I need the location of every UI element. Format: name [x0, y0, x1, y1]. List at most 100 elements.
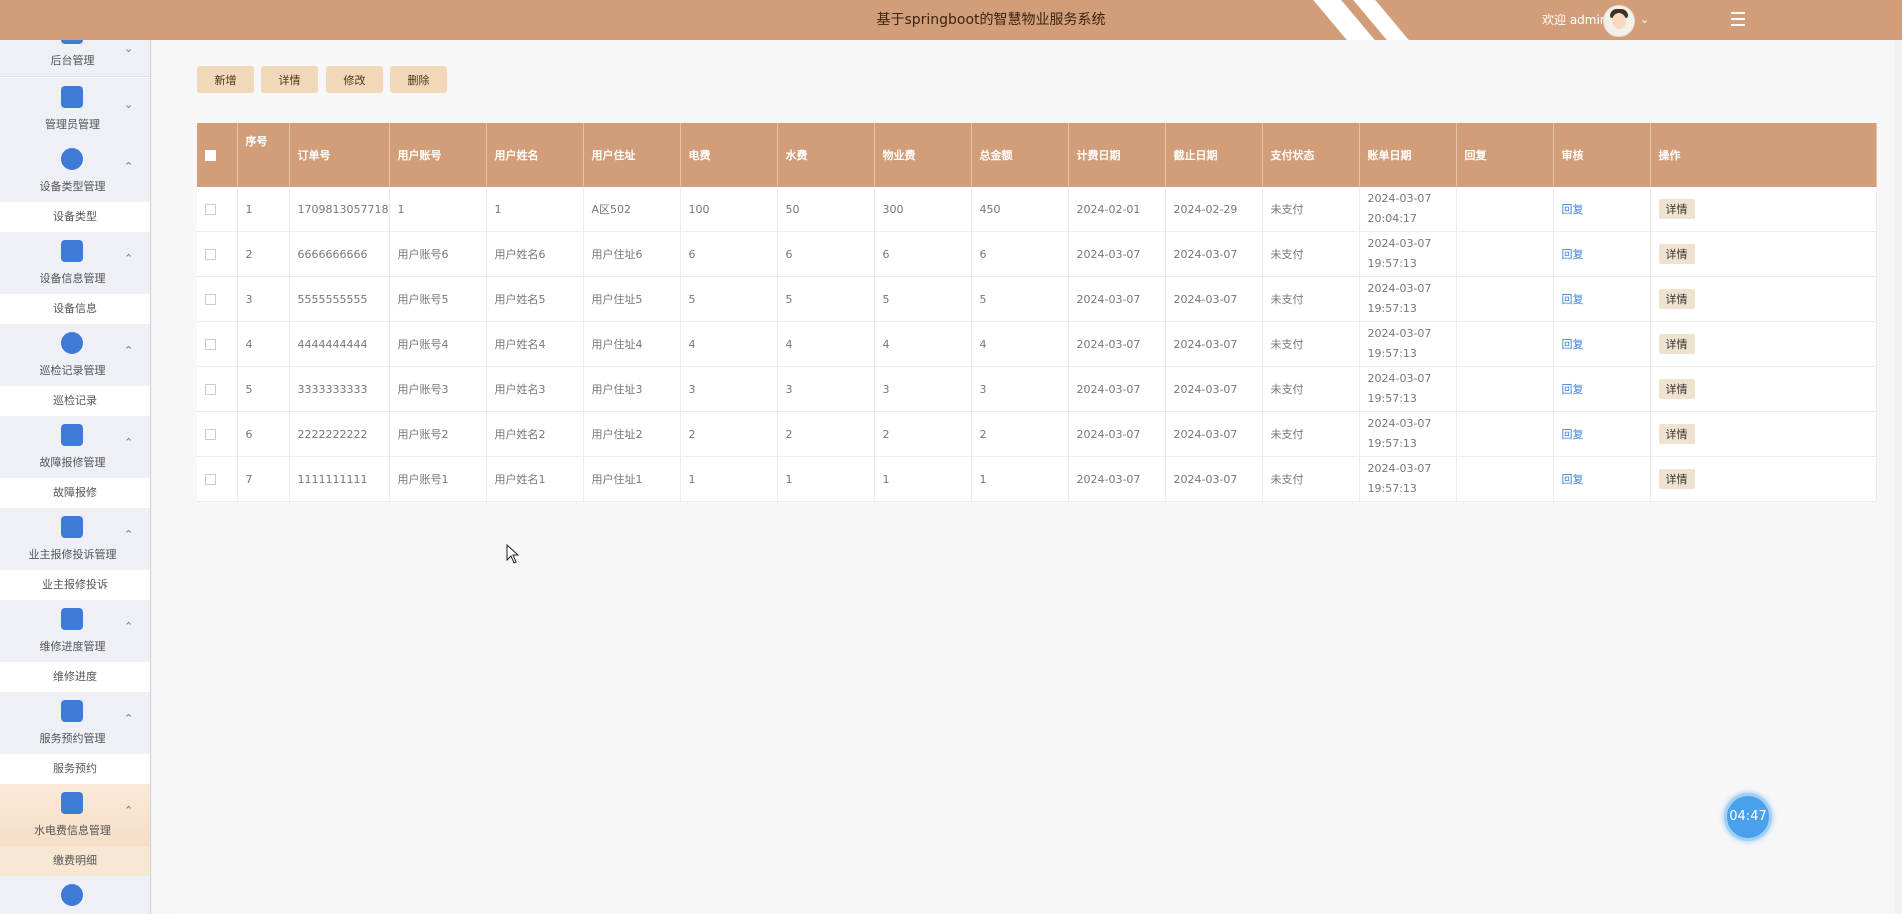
column-header[interactable]: 电费 — [680, 123, 778, 187]
chevron-up-icon[interactable]: ⌃ — [124, 712, 133, 725]
row-detail-button[interactable]: 详情 — [1658, 334, 1695, 354]
row-checkbox[interactable] — [205, 429, 216, 440]
row-detail-button[interactable]: 详情 — [1658, 199, 1695, 219]
sidebar-subitem[interactable]: 设备信息 — [0, 294, 150, 325]
column-header[interactable]: 计费日期 — [1068, 123, 1166, 187]
row-detail-button[interactable]: 详情 — [1658, 469, 1695, 489]
add-button[interactable]: 新增 — [197, 66, 254, 93]
reply-link[interactable]: 回复 — [1562, 383, 1584, 396]
column-header[interactable]: 操作 — [1650, 123, 1877, 187]
reply-link[interactable]: 回复 — [1562, 293, 1584, 306]
cell-order: 5555555555 — [289, 276, 390, 322]
row-checkbox[interactable] — [205, 384, 216, 395]
chevron-up-icon[interactable]: ⌃ — [124, 436, 133, 449]
cell-bill: 2024-03-07 19:57:13 — [1359, 411, 1457, 457]
sidebar-group[interactable]: 巡检记录管理 ⌃ — [0, 324, 150, 387]
cell-name: 1 — [486, 187, 584, 232]
sidebar-group[interactable]: 管理员管理 ⌄ — [0, 78, 150, 141]
reply-link[interactable]: 回复 — [1562, 473, 1584, 486]
sidebar-group[interactable]: 设备信息管理 ⌃ — [0, 232, 150, 295]
timer-badge[interactable]: 04:47 — [1724, 793, 1772, 841]
reply-link[interactable]: 回复 — [1562, 203, 1584, 216]
chevron-up-icon[interactable]: ⌃ — [124, 344, 133, 357]
sidebar-subitem[interactable]: 业主报修投诉 — [0, 570, 150, 601]
chevron-up-icon[interactable]: ⌃ — [124, 252, 133, 265]
sidebar-subitem[interactable]: 服务预约 — [0, 754, 150, 785]
sidebar-group[interactable]: 维修进度管理 ⌃ — [0, 600, 150, 663]
table-row[interactable]: 1 1709813057718 1 1 A区502 100 50 300 450 2024-02-… — [197, 187, 1877, 232]
scrollbar[interactable] — [1894, 40, 1902, 914]
sidebar-group[interactable]: 后台管理 ⌄ — [0, 22, 150, 77]
chevron-down-icon[interactable]: ⌄ — [124, 98, 133, 111]
sidebar-subitem[interactable]: 维修进度 — [0, 662, 150, 693]
row-select-cell[interactable] — [197, 456, 238, 502]
window-icon — [61, 516, 83, 538]
row-checkbox[interactable] — [205, 204, 216, 215]
edit-button[interactable]: 修改 — [326, 66, 383, 93]
chevron-up-icon[interactable]: ⌃ — [124, 804, 133, 817]
select-all-cell[interactable] — [197, 123, 238, 187]
row-detail-button[interactable]: 详情 — [1658, 379, 1695, 399]
column-header[interactable]: 用户住址 — [583, 123, 681, 187]
cell-account: 用户账号3 — [389, 366, 487, 412]
row-select-cell[interactable] — [197, 276, 238, 322]
table-row[interactable]: 4 4444444444 用户账号4 用户姓名4 用户住址4 4 4 4 4 2024-03-07… — [197, 321, 1877, 367]
row-detail-button[interactable]: 详情 — [1658, 244, 1695, 264]
column-header[interactable]: 审核 — [1553, 123, 1651, 187]
hamburger-menu-icon[interactable] — [1727, 8, 1749, 30]
cell-actions: 详情 — [1650, 411, 1877, 457]
chevron-up-icon[interactable]: ⌃ — [124, 528, 133, 541]
column-header[interactable]: 用户姓名 — [486, 123, 584, 187]
row-detail-button[interactable]: 详情 — [1658, 424, 1695, 444]
table-row[interactable]: 5 3333333333 用户账号3 用户姓名3 用户住址3 3 3 3 3 2024-03-07… — [197, 366, 1877, 412]
column-header[interactable]: 回复 — [1456, 123, 1554, 187]
sidebar-subitem[interactable]: 巡检记录 — [0, 386, 150, 417]
row-checkbox[interactable] — [205, 339, 216, 350]
column-header[interactable]: 序号 — [237, 123, 290, 187]
delete-button[interactable]: 删除 — [390, 66, 447, 93]
row-select-cell[interactable] — [197, 411, 238, 457]
row-select-cell[interactable] — [197, 187, 238, 232]
sidebar-group[interactable]: 服务预约管理 ⌃ — [0, 692, 150, 755]
sidebar-group[interactable]: 设备类型管理 ⌃ — [0, 140, 150, 203]
sidebar-subitem[interactable]: 设备类型 — [0, 202, 150, 233]
row-checkbox[interactable] — [205, 294, 216, 305]
table-row[interactable]: 6 2222222222 用户账号2 用户姓名2 用户住址2 2 2 2 2 2024-03-07… — [197, 411, 1877, 457]
column-header[interactable]: 截止日期 — [1165, 123, 1263, 187]
column-header[interactable]: 订单号 — [289, 123, 390, 187]
column-header[interactable]: 用户账号 — [389, 123, 487, 187]
table-row[interactable]: 2 6666666666 用户账号6 用户姓名6 用户住址6 6 6 6 6 2024-03-07… — [197, 231, 1877, 277]
cell-no: 6 — [237, 411, 290, 457]
avatar-face — [1612, 13, 1626, 29]
column-header[interactable]: 支付状态 — [1262, 123, 1360, 187]
row-checkbox[interactable] — [205, 249, 216, 260]
reply-link[interactable]: 回复 — [1562, 338, 1584, 351]
row-select-cell[interactable] — [197, 321, 238, 367]
sidebar-subitem[interactable]: 缴费明细 — [0, 846, 150, 877]
column-header[interactable]: 账单日期 — [1359, 123, 1457, 187]
table-row[interactable]: 7 1111111111 用户账号1 用户姓名1 用户住址1 1 1 1 1 2024-03-07… — [197, 456, 1877, 502]
column-header[interactable]: 水费 — [777, 123, 875, 187]
chevron-up-icon[interactable]: ⌃ — [124, 160, 133, 173]
row-detail-button[interactable]: 详情 — [1658, 289, 1695, 309]
select-all-checkbox[interactable] — [205, 150, 216, 161]
sidebar-group[interactable]: 故障报修管理 ⌃ — [0, 416, 150, 479]
chevron-down-icon[interactable]: ⌄ — [1640, 13, 1649, 26]
table-row[interactable]: 3 5555555555 用户账号5 用户姓名5 用户住址5 5 5 5 5 2024-03-07… — [197, 276, 1877, 322]
row-select-cell[interactable] — [197, 231, 238, 277]
sidebar-group[interactable] — [0, 876, 150, 914]
chevron-up-icon[interactable]: ⌃ — [124, 620, 133, 633]
row-select-cell[interactable] — [197, 366, 238, 412]
column-header[interactable]: 总金额 — [971, 123, 1069, 187]
reply-link[interactable]: 回复 — [1562, 248, 1584, 261]
column-header[interactable]: 物业费 — [874, 123, 972, 187]
avatar[interactable] — [1603, 5, 1635, 37]
cell-name: 用户姓名3 — [486, 366, 584, 412]
sidebar-group[interactable]: 水电费信息管理 ⌃ — [0, 784, 150, 847]
chevron-down-icon[interactable]: ⌄ — [124, 42, 133, 55]
sidebar-subitem[interactable]: 故障报修 — [0, 478, 150, 509]
detail-button[interactable]: 详情 — [261, 66, 318, 93]
reply-link[interactable]: 回复 — [1562, 428, 1584, 441]
row-checkbox[interactable] — [205, 474, 216, 485]
sidebar-group[interactable]: 业主报修投诉管理 ⌃ — [0, 508, 150, 571]
